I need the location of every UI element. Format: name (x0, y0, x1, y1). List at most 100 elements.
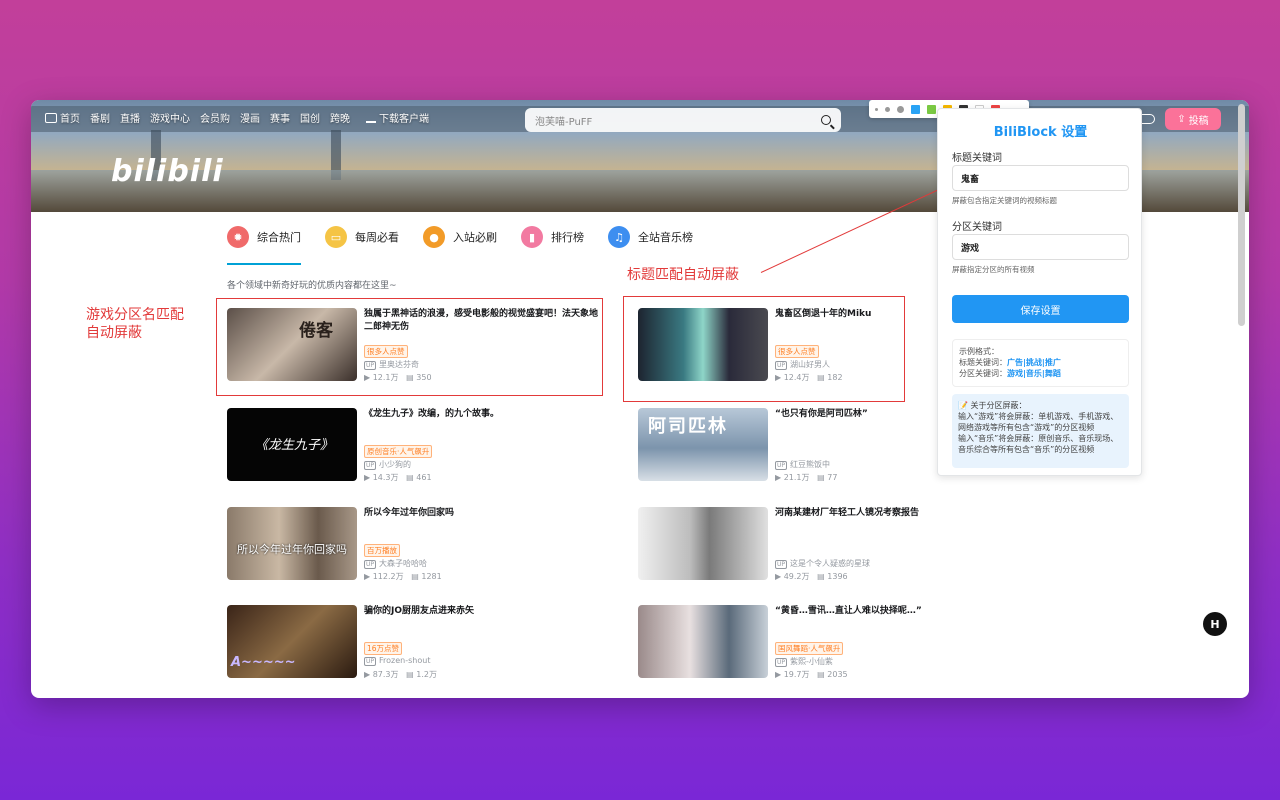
floating-action-icon[interactable]: H (1203, 612, 1227, 636)
video-uploader[interactable]: UP Frozen-shout (364, 656, 430, 666)
nav-home[interactable]: 首页 (45, 110, 80, 125)
tab-label: 每周必看 (355, 231, 399, 244)
bilibili-logo[interactable]: bilibili (111, 154, 224, 189)
up-icon: UP (364, 560, 377, 569)
video-uploader[interactable]: UP 小少狗的 (364, 459, 411, 470)
nav-download[interactable]: 下载客户端 (366, 110, 429, 125)
active-tab-indicator (227, 263, 301, 265)
blocked-highlight-box (623, 296, 905, 402)
example-section-prefix: 分区关键词： (959, 369, 1007, 378)
title-keyword-label: 标题关键词 (952, 153, 1002, 164)
comment-icon: ▤ (817, 572, 828, 581)
video-tag: 原创音乐·人气飙升 (364, 445, 433, 458)
video-thumbnail[interactable] (638, 507, 768, 580)
video-stats: ▶ 87.3万 ▤ 1.2万 (364, 669, 437, 680)
comment-icon: ▤ (817, 670, 828, 679)
search-icon[interactable] (821, 115, 831, 125)
comment-count: 1.2万 (416, 670, 437, 679)
video-thumbnail[interactable]: A~~~~~ (227, 605, 357, 678)
nav-item-esports[interactable]: 赛事 (270, 110, 290, 125)
nav-item-manga[interactable]: 漫画 (240, 110, 260, 125)
nav-item-live[interactable]: 直播 (120, 110, 140, 125)
video-uploader[interactable]: UP 这是个令人疑惑的星球 (775, 558, 870, 569)
section-keyword-label: 分区关键词 (952, 222, 1002, 233)
color-swatch-green[interactable] (927, 104, 936, 114)
nav-download-label: 下载客户端 (379, 114, 429, 125)
video-stats: ▶ 19.7万 ▤ 2035 (775, 669, 848, 680)
example-heading: 示例格式： (959, 347, 999, 356)
dot-medium-icon[interactable] (885, 106, 890, 112)
upload-icon: ⇪ (1177, 113, 1186, 125)
medal-icon: ● (423, 226, 445, 248)
video-title[interactable]: 所以今年过年你回家吗 (364, 507, 604, 520)
tab-weekly[interactable]: ▭ 每周必看 (325, 226, 399, 248)
video-thumbnail[interactable]: 阿司匹林 (638, 408, 768, 481)
comment-icon: ▤ (411, 572, 422, 581)
tab-label: 入站必刷 (453, 231, 497, 244)
page-scrollbar[interactable] (1238, 104, 1245, 326)
tab-music[interactable]: ♫ 全站音乐榜 (608, 226, 693, 248)
tab-label: 全站音乐榜 (638, 231, 693, 244)
upload-button[interactable]: ⇪ 投稿 (1165, 108, 1221, 130)
video-thumbnail[interactable] (638, 605, 768, 678)
video-card[interactable]: 所以今年过年你回家吗 所以今年过年你回家吗 百万播放 UP 大森子哈哈哈 ▶ 11… (227, 507, 587, 583)
tv-icon (45, 113, 57, 123)
comment-count: 2035 (827, 670, 848, 679)
video-card[interactable]: “黄昏…雪讯…直让人难以抉择呢…” 国风舞蹈·人气飙升 UP 紫熙-小仙紫 ▶ 1… (638, 605, 998, 681)
title-keyword-hint: 屏蔽包含指定关键词的视频标题 (952, 196, 1057, 205)
browser-window: bilibili 首页 番剧 直播 游戏中心 会员购 漫画 赛事 国创 跨晚 下… (31, 100, 1249, 698)
dot-small-icon[interactable] (875, 107, 878, 111)
comment-icon: ▤ (406, 670, 417, 679)
uploader-name: 大森子哈哈哈 (379, 559, 428, 568)
tab-label: 综合热门 (257, 231, 301, 244)
dot-large-icon[interactable] (897, 105, 904, 113)
video-stats: ▶ 49.2万 ▤ 1396 (775, 571, 848, 582)
comment-count: 461 (416, 473, 432, 482)
up-icon: UP (775, 658, 788, 667)
thumbnail-text: 阿司匹林 (648, 416, 728, 437)
color-swatch-blue[interactable] (911, 104, 920, 114)
video-title[interactable]: 河南某建材厂年轻工人镜况考察报告 (775, 507, 1015, 520)
video-title[interactable]: “黄昏…雪讯…直让人难以抉择呢…” (775, 605, 1015, 618)
video-title[interactable]: 《龙生九子》改编，的九个故事。 (364, 408, 604, 421)
nav-item-gala[interactable]: 跨晚 (330, 110, 350, 125)
nav-item-bangumi[interactable]: 番剧 (90, 110, 110, 125)
nav-item-guochuang[interactable]: 国创 (300, 110, 320, 125)
video-stats: ▶ 112.2万 ▤ 1281 (364, 571, 442, 582)
example-title-prefix: 标题关键词： (959, 358, 1007, 367)
video-thumbnail[interactable]: 所以今年过年你回家吗 (227, 507, 357, 580)
up-icon: UP (364, 657, 377, 666)
video-card[interactable]: 河南某建材厂年轻工人镜况考察报告 UP 这是个令人疑惑的星球 ▶ 49.2万 ▤ … (638, 507, 998, 583)
comment-count: 1396 (827, 572, 848, 581)
comment-icon: ▤ (817, 473, 828, 482)
video-uploader[interactable]: UP 紫熙-小仙紫 (775, 656, 833, 667)
section-keyword-input[interactable]: 游戏 (952, 234, 1129, 260)
video-title[interactable]: 骗你的JO厨朋友点进来赤矢 (364, 605, 604, 618)
video-tag: 16万点赞 (364, 642, 403, 655)
video-tag: 国风舞蹈·人气飙升 (775, 642, 844, 655)
tab-must-watch[interactable]: ● 入站必刷 (423, 226, 497, 248)
view-count: 87.3万 (372, 670, 399, 679)
tab-ranking[interactable]: ▮ 排行榜 (521, 226, 584, 248)
view-count: 49.2万 (783, 572, 810, 581)
title-keyword-input[interactable]: 鬼畜 (952, 165, 1129, 191)
video-card[interactable]: A~~~~~ 骗你的JO厨朋友点进来赤矢 16万点赞 UP Frozen-shou… (227, 605, 587, 681)
thumbnail-text: 《龙生九子》 (255, 438, 334, 453)
biliblock-settings-panel: BiliBlock 设置 标题关键词 鬼畜 屏蔽包含指定关键词的视频标题 分区关… (937, 108, 1142, 476)
nav-item-game-center[interactable]: 游戏中心 (150, 110, 190, 125)
search-input[interactable]: 泡芙喵-PuFF (525, 108, 841, 132)
video-card[interactable]: 《龙生九子》 《龙生九子》改编，的九个故事。 原创音乐·人气飙升 UP 小少狗的 … (227, 408, 587, 484)
up-icon: UP (775, 461, 788, 470)
uploader-name: 这是个令人疑惑的星球 (790, 559, 871, 568)
tab-hot[interactable]: ✹ 综合热门 (227, 226, 301, 248)
save-settings-button[interactable]: 保存设置 (952, 295, 1129, 323)
view-count: 112.2万 (372, 572, 404, 581)
annotation-section-block: 游戏分区名匹配 自动屏蔽 (86, 307, 184, 341)
example-title-line: 标题关键词：广告|挑战|推广 (959, 357, 1122, 368)
nav-item-mall[interactable]: 会员购 (200, 110, 230, 125)
video-uploader[interactable]: UP 红豆熊饭中 (775, 459, 830, 470)
about-heading: 📝 关于分区屏蔽： (958, 401, 1027, 410)
video-uploader[interactable]: UP 大森子哈哈哈 (364, 558, 427, 569)
about-body: 输入“游戏”将会屏蔽：单机游戏、手机游戏、网络游戏等所有包含“游戏”的分区视频 … (958, 412, 1119, 454)
video-thumbnail[interactable]: 《龙生九子》 (227, 408, 357, 481)
